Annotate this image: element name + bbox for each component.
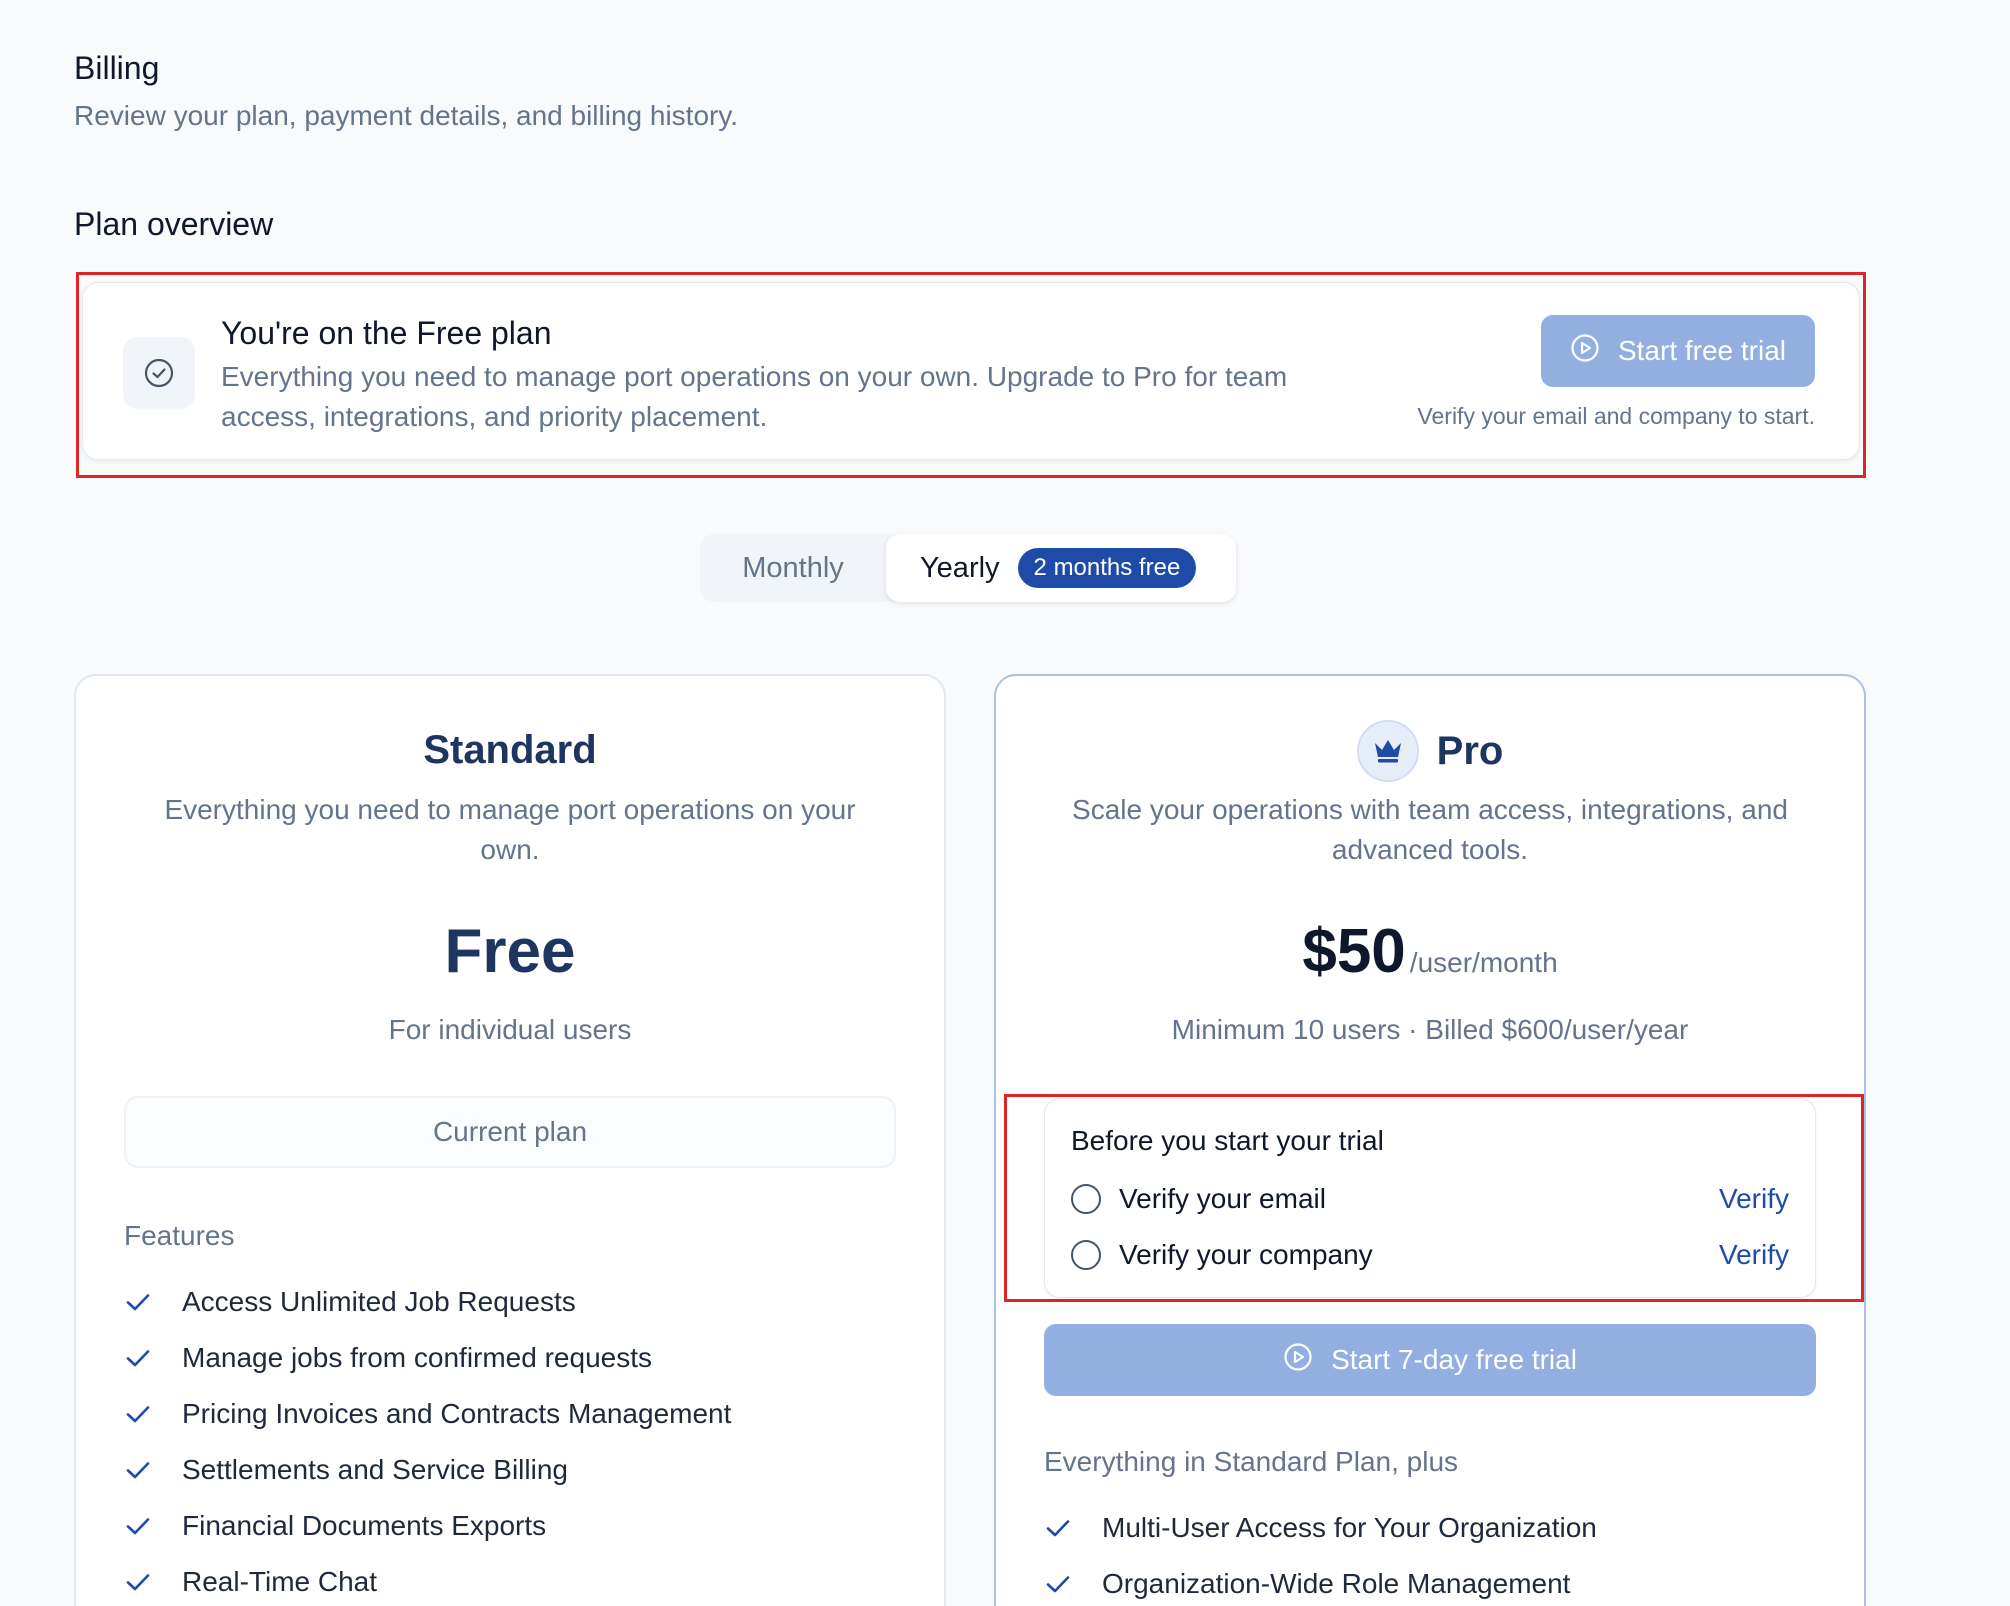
current-plan-banner: You're on the Free plan Everything you n… (82, 282, 1860, 460)
banner-description: Everything you need to manage port opera… (221, 361, 1288, 432)
check-icon (126, 1350, 150, 1367)
billing-cycle-toggle: Monthly Yearly 2 months free (700, 534, 1236, 602)
start-7-day-trial-button[interactable]: Start 7-day free trial (1044, 1324, 1816, 1396)
feature-label: Multi-User Access for Your Organization (1102, 1512, 1597, 1543)
play-circle-icon (1570, 333, 1600, 370)
check-circle-icon (123, 337, 195, 409)
check-icon (1046, 1576, 1070, 1593)
pro-price-amount: $50 (1302, 917, 1406, 986)
pro-features-title: Everything in Standard Plan, plus (1044, 1446, 1459, 1477)
pro-plan-price-subtext: Minimum 10 users · Billed $600/user/year (1171, 1014, 1689, 1045)
page-title: Billing (74, 50, 160, 86)
pro-price-unit: /user/month (1409, 947, 1558, 978)
standard-plan-name: Standard (423, 728, 597, 772)
banner-title: You're on the Free plan (221, 315, 552, 351)
feature-item: Manage jobs from confirmed requests (124, 1330, 731, 1386)
feature-label: Real-Time Chat (182, 1566, 378, 1597)
feature-label: Organization-Wide Role Management (1102, 1568, 1571, 1599)
trial-checklist-title: Before you start your trial (1071, 1125, 1384, 1156)
trial-step-verify-email: Verify your email Verify (1071, 1177, 1789, 1221)
step-status-radio (1071, 1184, 1101, 1214)
feature-item: Real-Time Chat (124, 1554, 731, 1606)
start-free-trial-label: Start free trial (1617, 335, 1787, 366)
trial-step-verify-company: Verify your company Verify (1071, 1233, 1789, 1277)
feature-label: Financial Documents Exports (182, 1510, 547, 1541)
page-subtitle: Review your plan, payment details, and b… (74, 100, 739, 131)
pro-plan-description: Scale your operations with team access, … (1072, 794, 1788, 865)
check-icon (126, 1518, 150, 1535)
feature-label: Settlements and Service Billing (182, 1454, 568, 1485)
plan-card-standard: Standard Everything you need to manage p… (74, 674, 946, 1606)
toggle-yearly[interactable]: Yearly 2 months free (886, 534, 1236, 602)
feature-label: Access Unlimited Job Requests (182, 1286, 576, 1317)
standard-features-title: Features (124, 1220, 235, 1251)
feature-item: Organization-Wide Role Management (1044, 1556, 1597, 1606)
start-7-day-trial-label: Start 7-day free trial (1331, 1344, 1577, 1375)
standard-plan-price: Free (444, 917, 576, 986)
pro-plan-header: Pro (996, 720, 1864, 782)
trial-checklist: Before you start your trial Verify your … (1044, 1098, 1816, 1298)
feature-label: Pricing Invoices and Contracts Managemen… (182, 1398, 732, 1429)
feature-item: Access Unlimited Job Requests (124, 1274, 731, 1330)
standard-plan-description: Everything you need to manage port opera… (164, 794, 856, 865)
standard-feature-list: Access Unlimited Job Requests Manage job… (124, 1274, 731, 1606)
step-label: Verify your email (1119, 1183, 1326, 1214)
verify-company-link[interactable]: Verify (1719, 1239, 1789, 1271)
pro-feature-list: Multi-User Access for Your Organization … (1044, 1500, 1597, 1606)
step-label: Verify your company (1119, 1239, 1373, 1270)
feature-item: Pricing Invoices and Contracts Managemen… (124, 1386, 731, 1442)
check-icon (126, 1574, 150, 1591)
crown-icon (1356, 720, 1419, 782)
pro-plan-price: $50 /user/month (996, 916, 1864, 987)
check-icon (1046, 1520, 1070, 1537)
check-icon (126, 1406, 150, 1423)
verify-email-link[interactable]: Verify (1719, 1183, 1789, 1215)
plan-overview-title: Plan overview (74, 206, 274, 242)
feature-item: Settlements and Service Billing (124, 1442, 731, 1498)
plan-card-pro: Pro Scale your operations with team acce… (994, 674, 1866, 1606)
check-icon (126, 1462, 150, 1479)
trial-requirement-note: Verify your email and company to start. (1417, 403, 1815, 429)
billing-page: Billing Review your plan, payment detail… (0, 0, 2010, 1606)
toggle-monthly[interactable]: Monthly (700, 534, 886, 602)
toggle-yearly-label: Yearly (920, 551, 1000, 584)
step-status-radio (1071, 1240, 1101, 1270)
standard-plan-price-subtext: For individual users (388, 1014, 632, 1045)
feature-label: Manage jobs from confirmed requests (182, 1342, 652, 1373)
feature-item: Financial Documents Exports (124, 1498, 731, 1554)
start-free-trial-button[interactable]: Start free trial (1541, 315, 1815, 387)
check-icon (126, 1294, 150, 1311)
current-plan-button[interactable]: Current plan (124, 1096, 896, 1168)
yearly-discount-badge: 2 months free (1017, 548, 1197, 588)
play-circle-icon (1283, 1342, 1313, 1379)
feature-item: Multi-User Access for Your Organization (1044, 1500, 1597, 1556)
pro-plan-name: Pro (1436, 728, 1504, 773)
